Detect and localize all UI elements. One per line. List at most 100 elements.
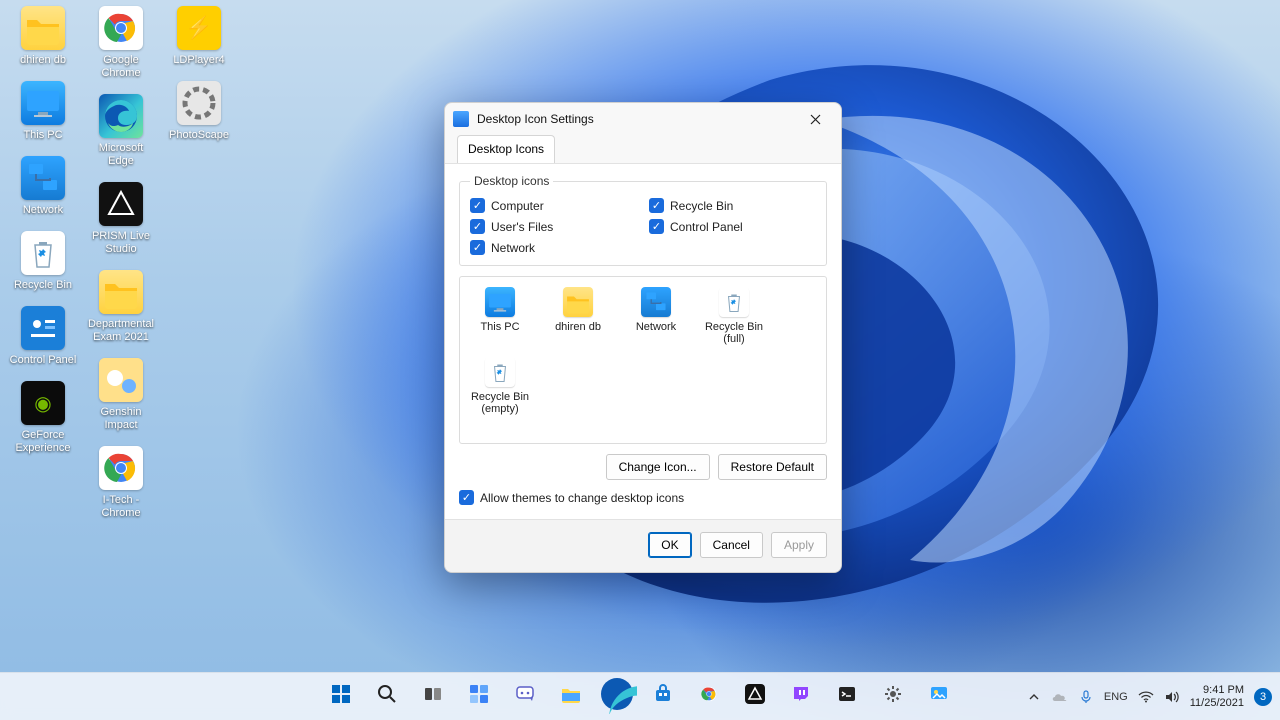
desktop-icon-departmental-exam-2021[interactable]: Departmental Exam 2021 bbox=[86, 270, 156, 344]
taskbar-personalization-button[interactable] bbox=[919, 677, 959, 717]
edge-icon bbox=[99, 94, 143, 138]
desktop-icon-genshin-impact[interactable]: Genshin Impact bbox=[86, 358, 156, 432]
preview-dhiren-db[interactable]: dhiren db bbox=[548, 287, 608, 345]
preview-recycle-bin-full[interactable]: Recycle Bin (full) bbox=[704, 287, 764, 345]
microphone-icon[interactable] bbox=[1078, 689, 1094, 705]
check-recycle-bin[interactable]: ✓Recycle Bin bbox=[649, 198, 816, 213]
genshin-icon bbox=[99, 358, 143, 402]
preview-label: Recycle Bin (full) bbox=[704, 321, 764, 345]
desktop-icon-network[interactable]: Network bbox=[8, 156, 78, 217]
check-recycle-bin-label: Recycle Bin bbox=[670, 199, 733, 213]
check-control-panel[interactable]: ✓Control Panel bbox=[649, 219, 816, 234]
desktop-icons: dhiren db This PC Network Recycle Bin Contro… bbox=[8, 6, 234, 520]
check-control-panel-label: Control Panel bbox=[670, 220, 743, 234]
tab-desktop-icons[interactable]: Desktop Icons bbox=[457, 135, 555, 163]
tray-overflow-icon[interactable] bbox=[1026, 689, 1042, 705]
desktop-icon-prism-live-studio[interactable]: PRISM Live Studio bbox=[86, 182, 156, 256]
volume-icon[interactable] bbox=[1164, 689, 1180, 705]
change-icon-button[interactable]: Change Icon... bbox=[606, 454, 710, 480]
desktop-icon-microsoft-edge[interactable]: Microsoft Edge bbox=[86, 94, 156, 168]
taskbar-task-view-button[interactable] bbox=[413, 677, 453, 717]
desktop-icon-label: Google Chrome bbox=[86, 54, 156, 80]
monitor-icon bbox=[21, 81, 65, 125]
language-icon[interactable]: ENG bbox=[1104, 689, 1128, 705]
close-icon bbox=[810, 114, 821, 125]
taskbar-search-button[interactable] bbox=[367, 677, 407, 717]
settings-icon bbox=[883, 684, 903, 709]
desktop-icon-photoscape[interactable]: PhotoScape bbox=[164, 81, 234, 142]
desktop-icon-dhiren-db-folder[interactable]: dhiren db bbox=[8, 6, 78, 67]
taskbar-store-button[interactable] bbox=[643, 677, 683, 717]
network-icon bbox=[21, 156, 65, 200]
desktop[interactable]: dhiren db This PC Network Recycle Bin Contro… bbox=[0, 0, 1280, 720]
taskbar-widgets-button[interactable] bbox=[459, 677, 499, 717]
titlebar[interactable]: Desktop Icon Settings bbox=[445, 103, 841, 135]
geforce-icon: ◉ bbox=[21, 381, 65, 425]
recycle-icon bbox=[719, 287, 749, 317]
taskbar-prism-button[interactable] bbox=[735, 677, 775, 717]
check-users-files[interactable]: ✓User's Files bbox=[470, 219, 637, 234]
desktop-icon-label: Genshin Impact bbox=[86, 406, 156, 432]
ok-button[interactable]: OK bbox=[648, 532, 691, 558]
personalization-icon bbox=[929, 684, 949, 709]
desktop-icon-label: dhiren db bbox=[20, 54, 66, 67]
onedrive-icon[interactable] bbox=[1052, 689, 1068, 705]
desktop-icon-this-pc[interactable]: This PC bbox=[8, 81, 78, 142]
restore-default-button[interactable]: Restore Default bbox=[718, 454, 827, 480]
folder-icon bbox=[563, 287, 593, 317]
apply-button[interactable]: Apply bbox=[771, 532, 827, 558]
folder-icon bbox=[99, 270, 143, 314]
taskbar-twitch-button[interactable] bbox=[781, 677, 821, 717]
desktop-icon-label: I-Tech - Chrome bbox=[86, 494, 156, 520]
check-computer[interactable]: ✓Computer bbox=[470, 198, 637, 213]
taskbar-start-button[interactable] bbox=[321, 677, 361, 717]
desktop-icon-label: PhotoScape bbox=[169, 129, 229, 142]
desktop-icon-label: Control Panel bbox=[10, 354, 77, 367]
group-legend: Desktop icons bbox=[470, 174, 553, 188]
taskbar-file-explorer-button[interactable] bbox=[551, 677, 591, 717]
task-view-icon bbox=[423, 684, 443, 709]
close-button[interactable] bbox=[797, 105, 833, 133]
taskbar-clock[interactable]: 9:41 PM 11/25/2021 bbox=[1190, 684, 1244, 710]
taskbar-cmd-button[interactable] bbox=[827, 677, 867, 717]
preview-recycle-bin-empty[interactable]: Recycle Bin (empty) bbox=[470, 357, 530, 415]
preview-this-pc[interactable]: This PC bbox=[470, 287, 530, 345]
desktop-icon-google-chrome[interactable]: Google Chrome bbox=[86, 6, 156, 80]
chrome-icon bbox=[99, 446, 143, 490]
taskbar-edge-button[interactable] bbox=[597, 677, 637, 717]
cancel-button[interactable]: Cancel bbox=[700, 532, 763, 558]
photoscape-icon bbox=[177, 81, 221, 125]
taskbar-settings-button[interactable] bbox=[873, 677, 913, 717]
ld-icon: ⚡ bbox=[177, 6, 221, 50]
preview-network[interactable]: Network bbox=[626, 287, 686, 345]
desktop-icon-itech-chrome[interactable]: I-Tech - Chrome bbox=[86, 446, 156, 520]
desktop-icon-label: LDPlayer4 bbox=[173, 54, 224, 67]
search-icon bbox=[377, 684, 397, 709]
desktop-icon-geforce-experience[interactable]: ◉GeForce Experience bbox=[8, 381, 78, 455]
start-icon bbox=[330, 683, 352, 710]
taskbar-chat-button[interactable] bbox=[505, 677, 545, 717]
monitor-icon bbox=[485, 287, 515, 317]
clock-date: 11/25/2021 bbox=[1190, 697, 1244, 710]
taskbar-center: 44"> bbox=[321, 677, 959, 717]
taskbar: 44"> ENG 9:41 PM 11/25/2021 3 bbox=[0, 672, 1280, 720]
taskbar-chrome-button[interactable]: 44"> bbox=[689, 677, 729, 717]
chat-icon bbox=[515, 684, 535, 709]
prism-icon bbox=[99, 182, 143, 226]
system-tray: ENG 9:41 PM 11/25/2021 3 bbox=[1026, 673, 1272, 720]
desktop-icon-recycle-bin[interactable]: Recycle Bin bbox=[8, 231, 78, 292]
desktop-icon-control-panel[interactable]: Control Panel bbox=[8, 306, 78, 367]
notification-badge[interactable]: 3 bbox=[1254, 688, 1272, 706]
cmd-icon bbox=[837, 684, 857, 709]
check-network-label: Network bbox=[491, 241, 535, 255]
allow-themes-check[interactable]: ✓ Allow themes to change desktop icons bbox=[459, 490, 827, 505]
network-icon bbox=[641, 287, 671, 317]
cpanel-icon bbox=[21, 306, 65, 350]
desktop-icon-ldplayer4[interactable]: ⚡ LDPlayer4 bbox=[164, 6, 234, 67]
twitch-icon bbox=[791, 684, 811, 709]
desktop-icon-label: Network bbox=[23, 204, 63, 217]
check-network[interactable]: ✓Network bbox=[470, 240, 637, 255]
wifi-icon[interactable] bbox=[1138, 689, 1154, 705]
desktop-icon-settings-dialog: Desktop Icon Settings Desktop Icons Desk… bbox=[444, 102, 842, 573]
check-users-files-label: User's Files bbox=[491, 220, 553, 234]
